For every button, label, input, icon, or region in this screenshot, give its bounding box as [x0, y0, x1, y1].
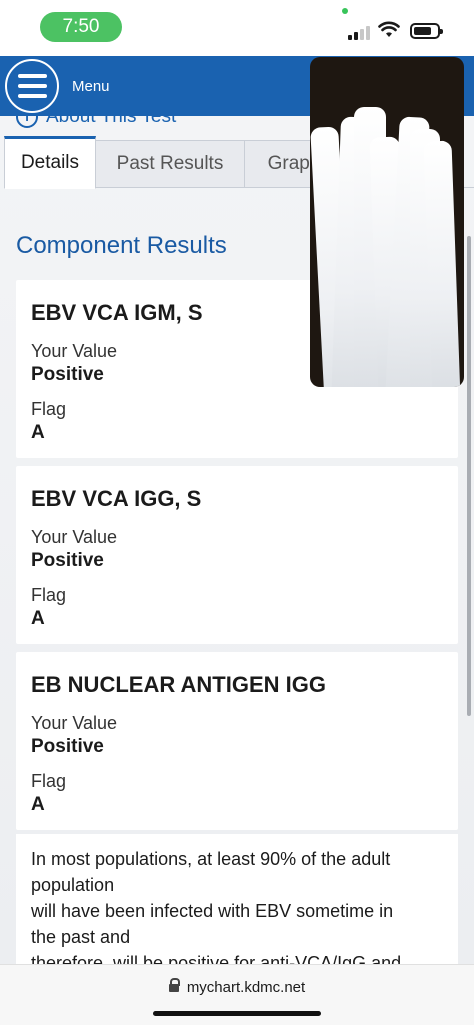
menu-label[interactable]: Menu [72, 78, 110, 95]
cellular-signal-icon [348, 24, 372, 40]
flag-value: A [31, 422, 45, 443]
flag-label: Flag [31, 585, 67, 605]
component-name: EBV VCA IGM, S [31, 300, 203, 325]
about-test-link[interactable]: i About This Test [16, 116, 176, 128]
note-line: the past and [31, 927, 131, 947]
flag-value: A [31, 608, 45, 629]
flag-value: A [31, 794, 45, 815]
component-name: EB NUCLEAR ANTIGEN IGG [31, 672, 326, 697]
note-line: In most populations, at least 90% of the… [31, 849, 391, 869]
hamburger-icon [18, 74, 47, 78]
your-value: Positive [31, 364, 104, 385]
wifi-icon [378, 21, 400, 37]
url-display[interactable]: mychart.kdmc.net [0, 978, 474, 996]
your-value: Positive [31, 550, 104, 571]
note-line: therefore, will be positive for anti-VCA… [31, 953, 402, 964]
camera-indicator-icon [342, 8, 348, 14]
about-test-label: About This Test [46, 116, 177, 127]
browser-url-bar[interactable]: mychart.kdmc.net [0, 964, 474, 1025]
result-note: In most populations, at least 90% of the… [16, 834, 458, 964]
info-icon: i [16, 116, 38, 128]
obscuring-photo-overlay [310, 57, 464, 387]
lock-icon [168, 978, 180, 992]
home-indicator[interactable] [153, 1011, 321, 1016]
your-value: Positive [31, 736, 104, 757]
tab-details[interactable]: Details [4, 136, 96, 189]
battery-icon [410, 23, 443, 39]
your-value-label: Your Value [31, 527, 118, 547]
result-card-ebv-vca-igg: EBV VCA IGG, S Your Value Positive Flag … [16, 466, 458, 644]
menu-button[interactable] [5, 59, 59, 113]
flag-label: Flag [31, 399, 67, 419]
status-time: 7:50 [40, 12, 122, 42]
url-text: mychart.kdmc.net [186, 979, 306, 996]
your-value-label: Your Value [31, 713, 118, 733]
section-title: Component Results [16, 232, 227, 259]
note-line: will have been infected with EBV sometim… [31, 901, 394, 921]
flag-label: Flag [31, 771, 67, 791]
tab-past-results[interactable]: Past Results [95, 140, 245, 188]
scrollbar[interactable] [467, 236, 471, 716]
component-name: EBV VCA IGG, S [31, 486, 202, 511]
result-card-eb-nuclear-antigen: EB NUCLEAR ANTIGEN IGG Your Value Positi… [16, 652, 458, 830]
note-line: population [31, 875, 115, 895]
your-value-label: Your Value [31, 341, 118, 361]
status-bar: 7:50 [0, 0, 474, 56]
